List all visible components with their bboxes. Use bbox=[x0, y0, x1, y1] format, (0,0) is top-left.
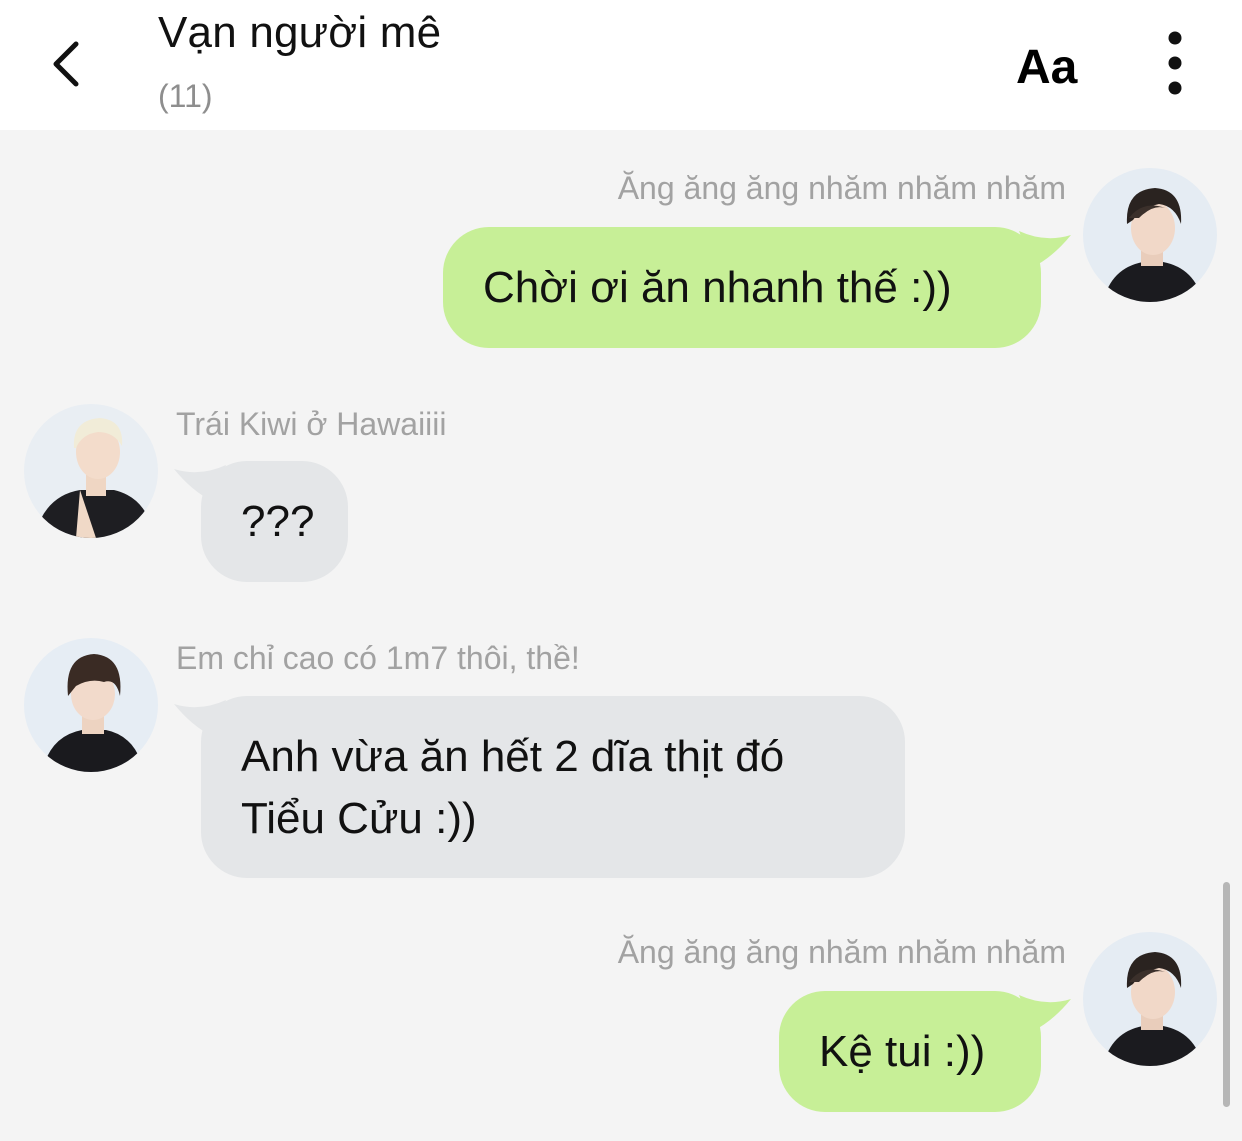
back-button[interactable] bbox=[40, 36, 96, 92]
avatar[interactable] bbox=[1083, 168, 1217, 302]
chevron-left-icon bbox=[53, 41, 79, 87]
message-line: Anh vừa ăn hết 2 dĩa thịt đó bbox=[241, 732, 785, 781]
sender-name: Trái Kiwi ở Hawaiiii bbox=[176, 406, 447, 442]
sender-name: Ăng ăng ăng nhăm nhăm nhăm bbox=[617, 170, 1066, 206]
more-options-button[interactable] bbox=[1152, 28, 1198, 100]
message-text: Chời ơi ăn nhanh thế :)) bbox=[483, 263, 952, 312]
sender-name: Em chỉ cao có 1m7 thôi, thề! bbox=[176, 640, 580, 676]
more-vertical-icon bbox=[1168, 31, 1182, 95]
member-count: (11) bbox=[158, 78, 213, 114]
avatar-blond-hair-icon bbox=[24, 404, 158, 538]
message-bubble[interactable]: Chời ơi ăn nhanh thế :)) bbox=[443, 227, 1071, 348]
avatar[interactable] bbox=[24, 404, 158, 538]
message-text: ??? bbox=[241, 497, 315, 546]
chat-title: Vạn người mê bbox=[158, 8, 442, 57]
avatar-dark-hair-icon bbox=[1083, 932, 1217, 1066]
avatar-brown-hair-icon bbox=[24, 638, 158, 772]
chat-header: Vạn người mê (11) Aa bbox=[0, 0, 1242, 130]
avatar[interactable] bbox=[1083, 932, 1217, 1066]
avatar[interactable] bbox=[24, 638, 158, 772]
avatar-dark-hair-icon bbox=[1083, 168, 1217, 302]
message-list[interactable]: Ăng ăng ăng nhăm nhăm nhăm Chời ơi ăn nh… bbox=[0, 130, 1242, 1141]
message-bubble[interactable]: Kệ tui :)) bbox=[779, 991, 1071, 1112]
message-text: Anh vừa ăn hết 2 dĩa thịt đó Tiểu Cửu :)… bbox=[201, 696, 905, 850]
scrollbar[interactable] bbox=[1223, 882, 1230, 1107]
message-line: Tiểu Cửu :)) bbox=[241, 794, 477, 843]
message-bubble[interactable]: Anh vừa ăn hết 2 dĩa thịt đó Tiểu Cửu :)… bbox=[174, 696, 905, 878]
sender-name: Ăng ăng ăng nhăm nhăm nhăm bbox=[617, 934, 1066, 970]
font-size-button[interactable]: Aa bbox=[1016, 40, 1077, 95]
message-text: Kệ tui :)) bbox=[819, 1027, 986, 1076]
chat-app: Vạn người mê (11) Aa Ăng ăng ăng nhăm nh… bbox=[0, 0, 1242, 1141]
message-bubble[interactable]: ??? bbox=[174, 461, 348, 582]
